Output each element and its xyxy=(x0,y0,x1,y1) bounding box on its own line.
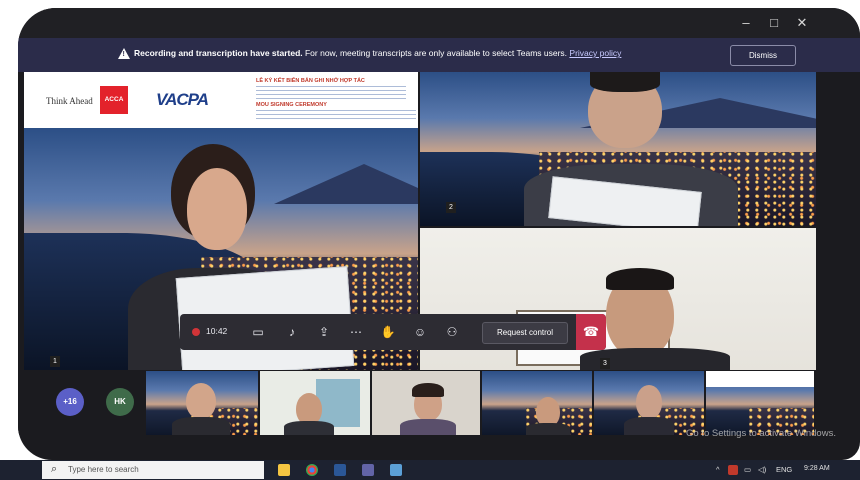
camera-icon[interactable]: ▭ xyxy=(250,324,266,340)
banner-bold-text: Recording and transcription have started… xyxy=(134,48,303,58)
taskbar-search-box[interactable]: ⌕ Type here to search xyxy=(42,461,264,479)
volume-icon[interactable]: ◁) xyxy=(758,465,766,474)
participant-number: 3 xyxy=(600,358,610,369)
activate-windows-watermark: Go to Settings to activate Windows. xyxy=(686,428,836,439)
recording-banner: ! Recording and transcription have start… xyxy=(18,38,860,72)
participant-avatar-hk[interactable]: HK xyxy=(106,388,134,416)
participant-thumbnail[interactable] xyxy=(594,371,704,435)
mic-icon[interactable]: ♪ xyxy=(284,324,300,340)
maximize-button[interactable]: □ xyxy=(764,15,784,30)
participant-body xyxy=(526,423,570,435)
participant-number: 1 xyxy=(50,356,60,367)
participant-thumbnail[interactable] xyxy=(146,371,258,435)
reaction-icon[interactable]: ☺ xyxy=(412,324,428,340)
overflow-participants-avatar[interactable]: +16 xyxy=(56,388,84,416)
participant-thumbnail[interactable] xyxy=(260,371,370,435)
participant-strip: +16 HK xyxy=(18,371,860,435)
teams-icon[interactable] xyxy=(362,464,374,476)
participant-body xyxy=(400,419,456,435)
participant-face xyxy=(186,383,216,419)
participant-number: 2 xyxy=(446,202,456,213)
language-indicator[interactable]: ENG xyxy=(776,465,792,474)
teams-meeting-window: – □ ✕ ! Recording and transcription have… xyxy=(18,8,860,460)
participant-body xyxy=(172,417,230,435)
video-tile-top-right[interactable]: 2 xyxy=(420,72,816,226)
participant-face xyxy=(187,168,247,250)
vacpa-logo: VACPA xyxy=(156,90,209,109)
participant-thumbnail[interactable] xyxy=(482,371,592,435)
tray-chevron-icon[interactable]: ^ xyxy=(716,465,720,474)
banner-text: For now, meeting transcripts are only av… xyxy=(302,48,568,58)
word-icon[interactable] xyxy=(334,464,346,476)
tray-app-icon[interactable] xyxy=(728,465,738,475)
slide-text-line-1: LỄ KÝ KẾT BIÊN BẢN GHI NHỚ HỢP TÁC xyxy=(256,78,365,84)
screen: – □ ✕ ! Recording and transcription have… xyxy=(0,0,860,480)
participant-hair xyxy=(590,72,660,92)
participant-hair xyxy=(606,268,674,290)
dismiss-button[interactable]: Dismiss xyxy=(730,45,796,66)
window-backdrop xyxy=(316,379,360,427)
participants-icon[interactable]: ⚇ xyxy=(444,324,460,340)
acca-logo: ACCA xyxy=(100,86,128,114)
network-icon[interactable]: ▭ xyxy=(744,465,751,474)
privacy-policy-link[interactable]: Privacy policy xyxy=(569,48,621,58)
participant-thumbnail[interactable] xyxy=(372,371,480,435)
more-icon[interactable]: ⋯ xyxy=(348,324,364,340)
file-explorer-icon[interactable] xyxy=(278,464,290,476)
search-icon: ⌕ xyxy=(51,463,58,475)
minimize-button[interactable]: – xyxy=(736,15,756,30)
shared-slide-header: Think Ahead ACCA VACPA LỄ KÝ KẾT BIÊN BẢ… xyxy=(24,72,418,128)
record-dot-icon xyxy=(192,328,200,336)
close-button[interactable]: ✕ xyxy=(792,15,812,31)
windows-taskbar: ⌕ Type here to search ^ ▭ ◁) ENG 9:28 AM xyxy=(0,460,860,480)
share-icon[interactable]: ⇪ xyxy=(316,324,332,340)
slide-body-lines xyxy=(256,86,406,100)
request-control-button[interactable]: Request control xyxy=(482,322,568,344)
shared-slide-header xyxy=(706,371,814,387)
banner-message: Recording and transcription have started… xyxy=(134,48,621,58)
participant-body xyxy=(624,417,674,435)
mountain-shape xyxy=(274,164,418,204)
clock[interactable]: 9:28 AM xyxy=(804,465,830,472)
raise-hand-icon[interactable]: ✋ xyxy=(380,324,396,340)
meeting-toolbar: 10:42 ▭ ♪ ⇪ ⋯ ✋ ☺ ⚇ Request control ☎ xyxy=(180,314,606,350)
participant-face xyxy=(636,385,662,419)
meeting-timer: 10:42 xyxy=(206,326,228,336)
title-bar: – □ ✕ xyxy=(18,8,860,38)
app-icon[interactable] xyxy=(390,464,402,476)
slide-text-line-2: MOU SIGNING CEREMONY xyxy=(256,102,327,108)
think-ahead-text: Think Ahead xyxy=(46,96,93,106)
search-placeholder: Type here to search xyxy=(68,465,139,474)
participant-hair xyxy=(412,383,444,397)
slide-body-lines xyxy=(256,110,416,120)
participant-thumbnail[interactable] xyxy=(706,371,814,435)
warning-icon-mark: ! xyxy=(122,51,125,58)
hangup-icon[interactable]: ☎ xyxy=(576,314,606,350)
chrome-icon[interactable] xyxy=(306,464,318,476)
participant-body xyxy=(284,421,334,435)
